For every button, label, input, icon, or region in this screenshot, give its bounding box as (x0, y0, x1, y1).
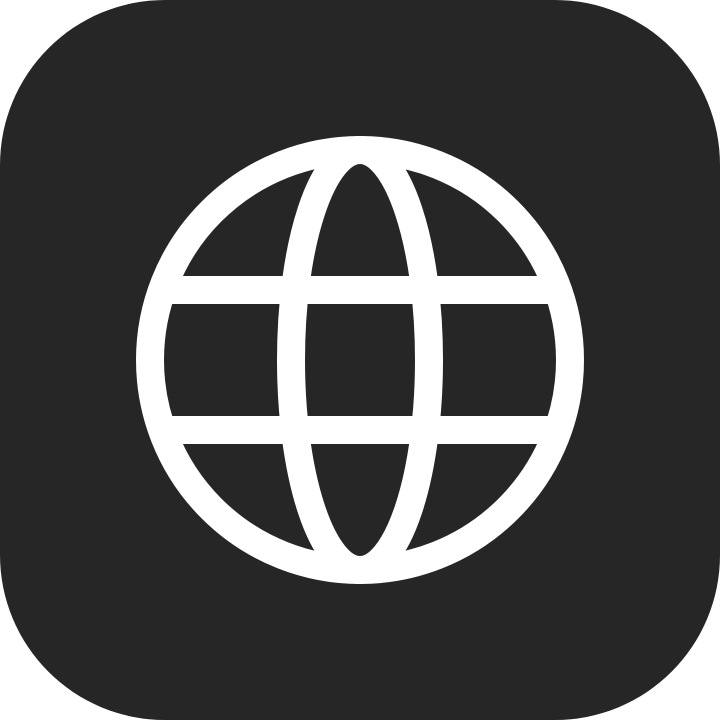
icon-background (0, 0, 720, 720)
globe-app-icon[interactable] (0, 0, 720, 720)
globe-icon (0, 0, 720, 720)
